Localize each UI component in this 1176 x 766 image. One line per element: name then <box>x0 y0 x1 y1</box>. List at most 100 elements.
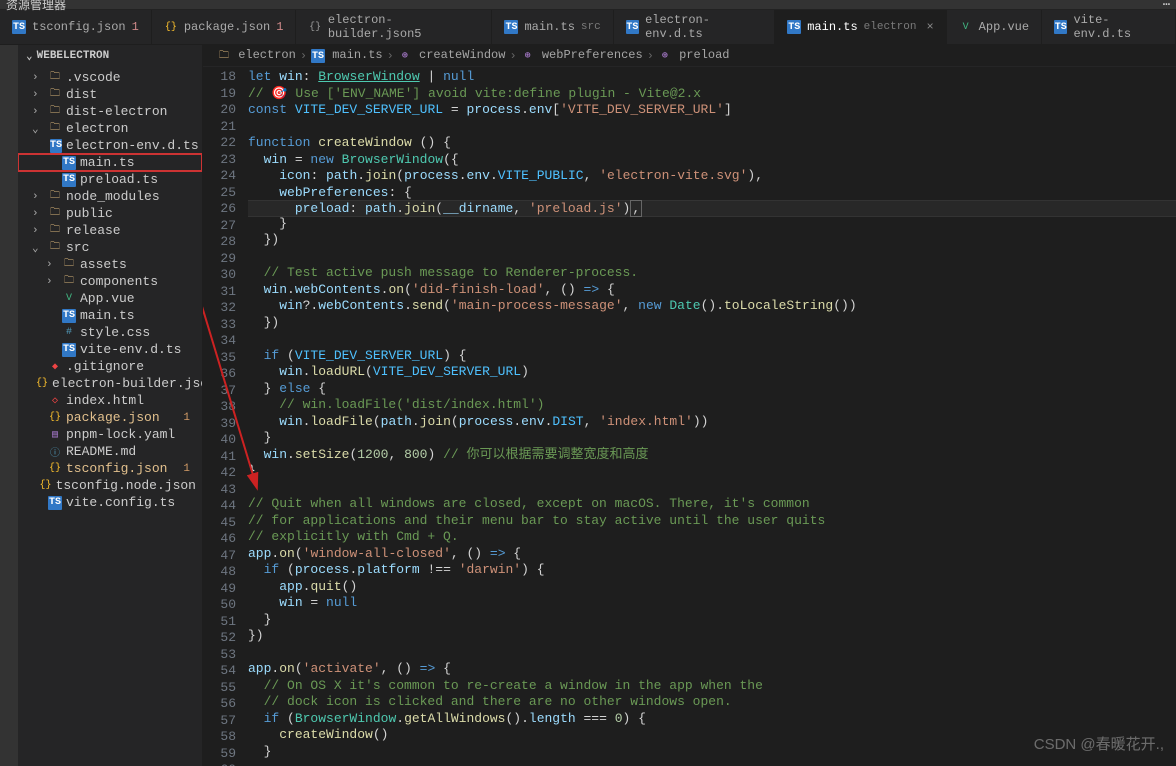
tree-item--vscode[interactable]: ›🗀.vscode <box>18 69 202 86</box>
code-line[interactable]: app.on('window-all-closed', () => { <box>248 546 1176 563</box>
code-line[interactable]: // 🎯 Use ['ENV_NAME'] avoid vite:define … <box>248 86 1176 103</box>
line-gutter: 1819202122232425262728293031323334353637… <box>203 69 248 766</box>
tree-label: src <box>66 240 89 255</box>
code-line[interactable]: win.webContents.on('did-finish-load', ()… <box>248 282 1176 299</box>
tab-label: main.ts <box>524 20 574 34</box>
tab-package-json[interactable]: {}package.json1 <box>152 10 297 44</box>
tab-main-ts[interactable]: TSmain.tssrc <box>492 10 613 44</box>
tree-item-preload-ts[interactable]: TSpreload.ts <box>18 171 202 188</box>
tree-item-App-vue[interactable]: VApp.vue <box>18 290 202 307</box>
code-line[interactable]: if (BrowserWindow.getAllWindows().length… <box>248 711 1176 728</box>
code-line[interactable]: } <box>248 463 1176 480</box>
tree-item-electron-env-d-ts[interactable]: TSelectron-env.d.ts <box>18 137 202 154</box>
tree-item-vite-env-d-ts[interactable]: TSvite-env.d.ts <box>18 341 202 358</box>
code-line[interactable]: // Test active push message to Renderer-… <box>248 265 1176 282</box>
tab-label: tsconfig.json <box>32 20 126 34</box>
tree-item-electron-builder-json5[interactable]: {}electron-builder.json5 <box>18 375 202 392</box>
tab-App-vue[interactable]: VApp.vue <box>947 10 1042 44</box>
file-tree: ›🗀.vscode›🗀dist›🗀dist-electron⌄🗀electron… <box>18 67 202 513</box>
chevron-icon: › <box>46 259 58 271</box>
tree-item-tsconfig-node-json[interactable]: {}tsconfig.node.json <box>18 477 202 494</box>
tab-suffix: src <box>581 21 601 33</box>
tree-item-index-html[interactable]: ◇index.html <box>18 392 202 409</box>
code-line[interactable] <box>248 331 1176 348</box>
code-line[interactable]: } else { <box>248 381 1176 398</box>
tree-item-dist[interactable]: ›🗀dist <box>18 86 202 103</box>
code-line[interactable]: const VITE_DEV_SERVER_URL = process.env[… <box>248 102 1176 119</box>
code-line[interactable]: preload: path.join(__dirname, 'preload.j… <box>248 200 1176 217</box>
tab-tsconfig-json[interactable]: TStsconfig.json1 <box>0 10 152 44</box>
code-line[interactable]: if (VITE_DEV_SERVER_URL) { <box>248 348 1176 365</box>
code-line[interactable]: // On OS X it's common to re-create a wi… <box>248 678 1176 695</box>
tree-item-dist-electron[interactable]: ›🗀dist-electron <box>18 103 202 120</box>
breadcrumb[interactable]: 🗀 electron›TS main.ts›⊕ createWindow›⊕ w… <box>203 45 1176 67</box>
tree-label: node_modules <box>66 189 160 204</box>
code-line[interactable]: let win: BrowserWindow | null <box>248 69 1176 86</box>
breadcrumb-item[interactable]: 🗀 electron <box>217 48 296 64</box>
code-line[interactable]: // for applications and their menu bar t… <box>248 513 1176 530</box>
tree-item-style-css[interactable]: #style.css <box>18 324 202 341</box>
code-line[interactable] <box>248 119 1176 136</box>
tree-item-public[interactable]: ›🗀public <box>18 205 202 222</box>
tree-item-tsconfig-json[interactable]: {}tsconfig.json1 <box>18 460 202 477</box>
code-line[interactable]: // Quit when all windows are closed, exc… <box>248 496 1176 513</box>
tab-vite-env-d-ts[interactable]: TSvite-env.d.ts <box>1042 10 1176 44</box>
code-line[interactable]: webPreferences: { <box>248 185 1176 202</box>
code-content[interactable]: let win: BrowserWindow | null// 🎯 Use ['… <box>248 69 1176 766</box>
tree-label: main.ts <box>80 155 135 170</box>
chevron-right-icon: › <box>300 49 307 63</box>
tree-label: tsconfig.node.json <box>56 478 196 493</box>
tab-electron-builder-json5[interactable]: {}electron-builder.json5 <box>296 10 492 44</box>
code-line[interactable]: }) <box>248 628 1176 645</box>
tree-item-assets[interactable]: ›🗀assets <box>18 256 202 273</box>
tree-item-src[interactable]: ⌄🗀src <box>18 239 202 256</box>
tree-label: vite-env.d.ts <box>80 342 181 357</box>
code-line[interactable]: }) <box>248 315 1176 332</box>
code-line[interactable]: } <box>248 430 1176 447</box>
close-icon[interactable]: × <box>926 20 933 34</box>
code-line[interactable] <box>248 760 1176 766</box>
breadcrumb-item[interactable]: ⊕ preload <box>658 48 730 63</box>
explorer-title[interactable]: ⌄ WEBELECTRON <box>18 45 202 67</box>
tree-item-vite-config-ts[interactable]: TSvite.config.ts <box>18 494 202 511</box>
code-line[interactable]: } <box>248 612 1176 629</box>
tree-item-electron[interactable]: ⌄🗀electron <box>18 120 202 137</box>
code-line[interactable]: icon: path.join(process.env.VITE_PUBLIC,… <box>248 168 1176 185</box>
code-line[interactable]: }) <box>248 232 1176 249</box>
tree-item-main-ts[interactable]: TSmain.ts <box>18 154 202 171</box>
code-editor[interactable]: 1819202122232425262728293031323334353637… <box>203 67 1176 766</box>
code-line[interactable]: // dock icon is clicked and there are no… <box>248 694 1176 711</box>
tree-item-README-md[interactable]: ⓘREADME.md <box>18 443 202 460</box>
tab-electron-env-d-ts[interactable]: TSelectron-env.d.ts <box>614 10 776 44</box>
code-line[interactable]: app.quit() <box>248 579 1176 596</box>
code-line[interactable]: win = new BrowserWindow({ <box>248 152 1176 169</box>
code-line[interactable]: win?.webContents.send('main-process-mess… <box>248 298 1176 315</box>
code-line[interactable] <box>248 249 1176 266</box>
code-line[interactable]: win.setSize(1200, 800) // 你可以根据需要调整宽度和高度 <box>248 447 1176 464</box>
tree-label: README.md <box>66 444 136 459</box>
tab-main-ts[interactable]: TSmain.tselectron× <box>775 10 946 44</box>
code-line[interactable]: function createWindow () { <box>248 135 1176 152</box>
code-line[interactable]: win.loadFile(path.join(process.env.DIST,… <box>248 414 1176 431</box>
code-line[interactable]: if (process.platform !== 'darwin') { <box>248 562 1176 579</box>
tab-label: App.vue <box>979 20 1029 34</box>
code-line[interactable]: // explicitly with Cmd + Q. <box>248 529 1176 546</box>
code-line[interactable]: win.loadURL(VITE_DEV_SERVER_URL) <box>248 364 1176 381</box>
tree-item-main-ts[interactable]: TSmain.ts <box>18 307 202 324</box>
code-line[interactable]: win = null <box>248 595 1176 612</box>
tree-item-components[interactable]: ›🗀components <box>18 273 202 290</box>
tree-item-package-json[interactable]: {}package.json1 <box>18 409 202 426</box>
activity-bar[interactable] <box>0 45 18 766</box>
tree-item-pnpm-lock-yaml[interactable]: ▤pnpm-lock.yaml <box>18 426 202 443</box>
code-line[interactable]: app.on('activate', () => { <box>248 661 1176 678</box>
code-line[interactable]: // win.loadFile('dist/index.html') <box>248 397 1176 414</box>
breadcrumb-item[interactable]: ⊕ createWindow <box>398 48 506 63</box>
tree-item-release[interactable]: ›🗀release <box>18 222 202 239</box>
code-line[interactable] <box>248 480 1176 497</box>
code-line[interactable] <box>248 645 1176 662</box>
tree-item-node_modules[interactable]: ›🗀node_modules <box>18 188 202 205</box>
tree-item--gitignore[interactable]: ◆.gitignore <box>18 358 202 375</box>
breadcrumb-item[interactable]: ⊕ webPreferences <box>521 48 643 63</box>
breadcrumb-item[interactable]: TS main.ts <box>311 48 383 64</box>
code-line[interactable]: } <box>248 216 1176 233</box>
